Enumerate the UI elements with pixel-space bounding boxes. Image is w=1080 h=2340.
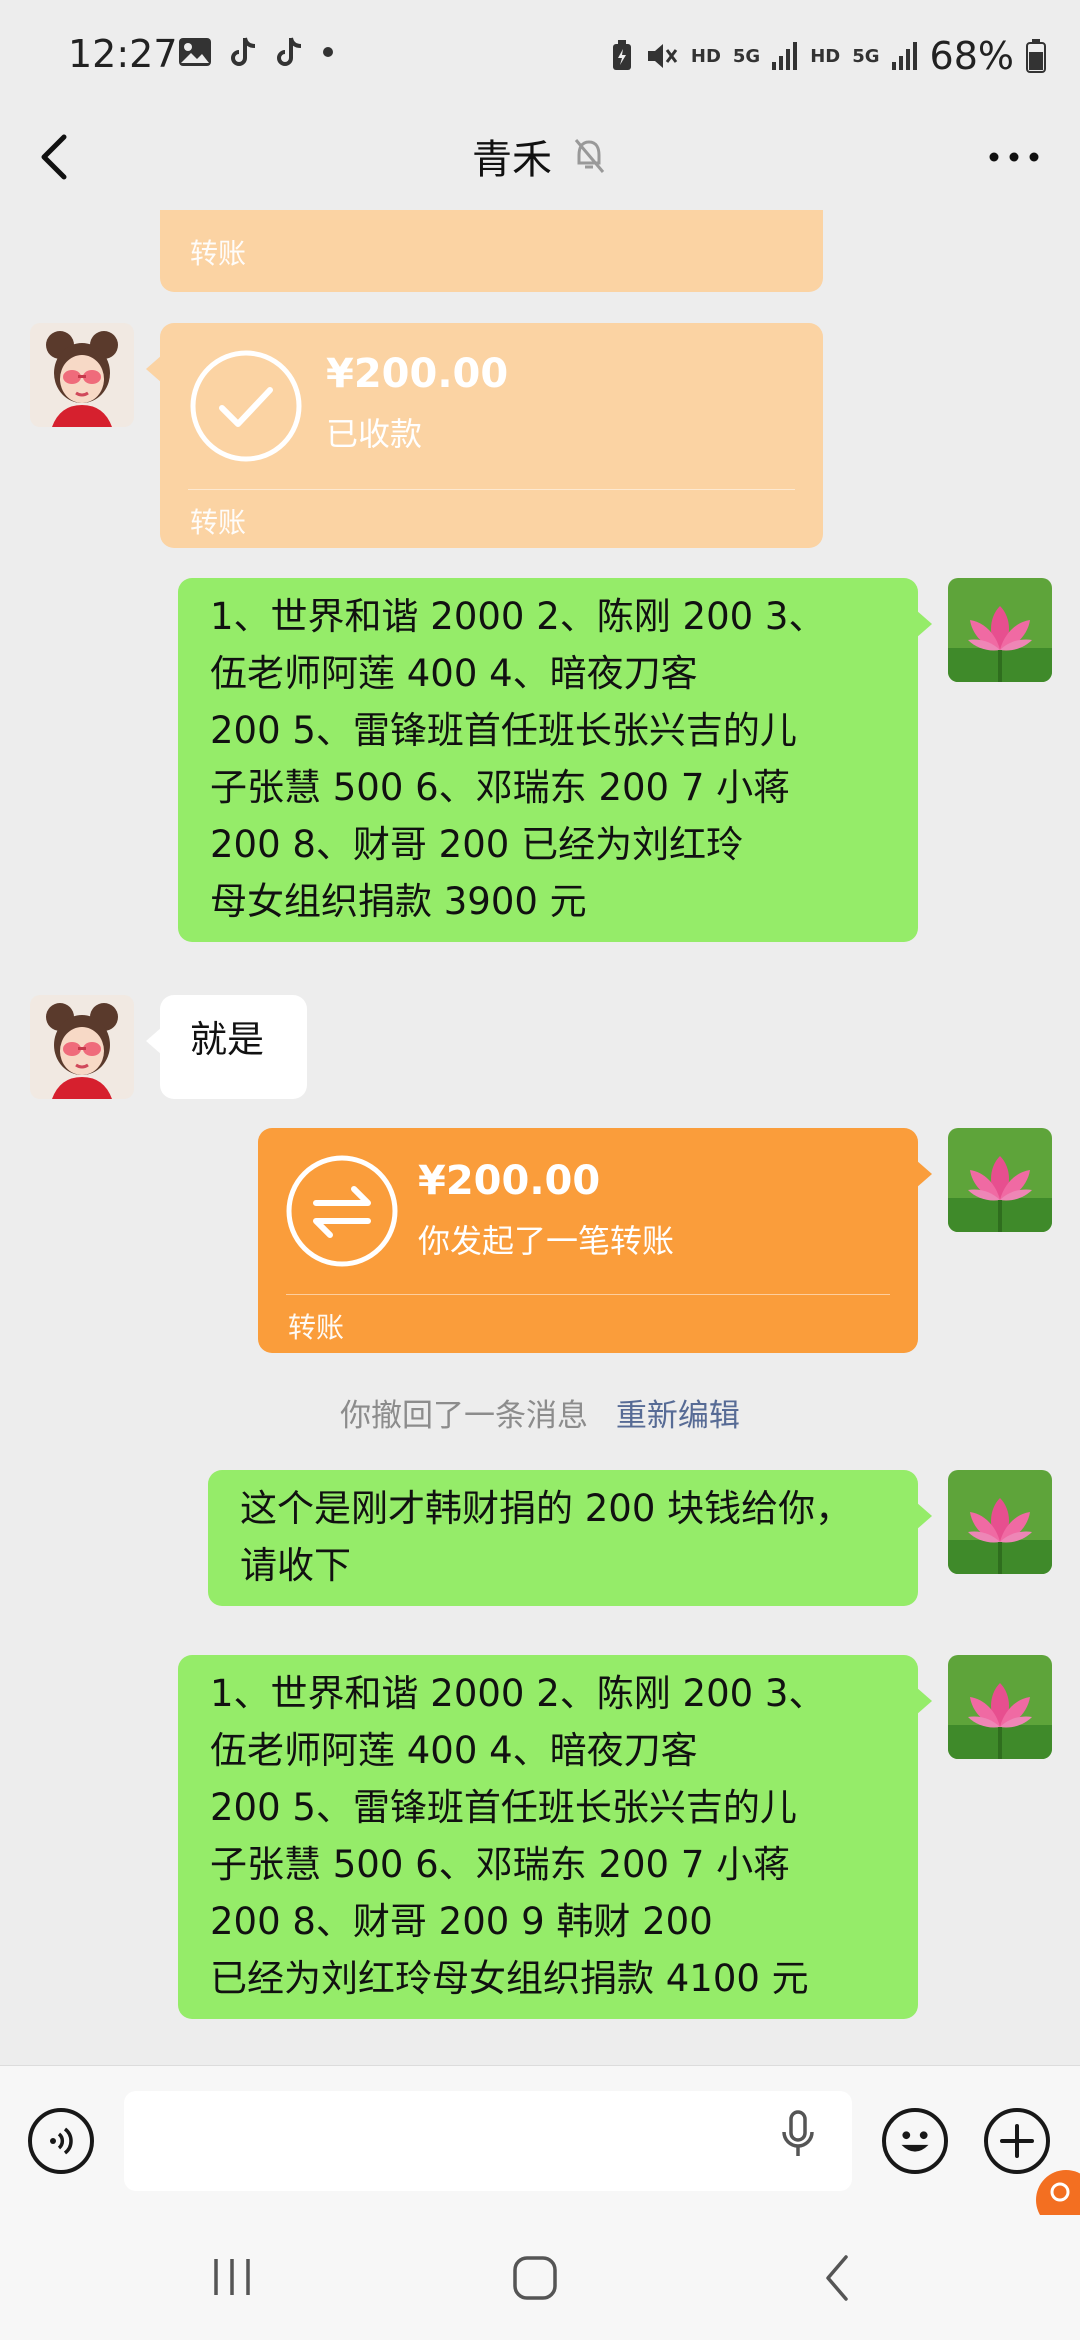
- transfer-sent-card[interactable]: ¥200.00 你发起了一笔转账 转账: [258, 1128, 932, 1353]
- emoji-icon: [901, 2131, 929, 2152]
- signal-icon: [891, 42, 917, 70]
- transfer-label: 转账: [288, 1311, 345, 1344]
- battery-icon: [1026, 39, 1046, 73]
- mic-button[interactable]: [780, 2110, 816, 2164]
- network-5g-label: 5G: [732, 45, 761, 67]
- divider: [286, 1294, 890, 1295]
- message-line: 请收下: [240, 1544, 351, 1587]
- battery-percent: 68%: [929, 34, 1014, 78]
- contact-avatar[interactable]: [30, 323, 134, 427]
- transfer-arrows-icon: [286, 1155, 398, 1267]
- self-message-bubble[interactable]: 1、世界和谐 2000 2、陈刚 200 3、 伍老师阿莲 400 4、暗夜刀客…: [178, 578, 932, 942]
- message-text: 就是: [190, 1018, 264, 1061]
- recent-apps-button[interactable]: [210, 2257, 254, 2301]
- self-message-bubble[interactable]: 这个是刚才韩财捐的 200 块钱给你， 请收下: [208, 1470, 932, 1606]
- recall-notice: 你撤回了一条消息 重新编辑: [0, 1390, 1080, 1435]
- message-text: 1、世界和谐 2000 2、陈刚 200 3、 伍老师阿莲 400 4、暗夜刀客…: [210, 588, 894, 930]
- tiktok-icon: [231, 37, 256, 66]
- status-bar: 12:27 HD 5G HD 5G 68%: [0, 0, 1080, 115]
- signal-icon: [772, 42, 798, 70]
- message-text: 这个是刚才韩财捐的 200 块钱给你， 请收下: [240, 1480, 894, 1594]
- notification-icons: [178, 36, 334, 68]
- transfer-amount: ¥200.00: [326, 351, 509, 397]
- status-right: HD 5G HD 5G 68%: [611, 34, 1046, 78]
- nav-back-button[interactable]: [822, 2253, 852, 2307]
- title-wrapper: 青禾: [0, 127, 1080, 185]
- floating-widget-icon[interactable]: [1036, 2170, 1080, 2216]
- mute-volume-icon: [647, 44, 678, 68]
- message-line: 已经为刘红玲母女组织捐款 4100 元: [210, 1957, 809, 2000]
- message-line: 母女组织捐款 3900 元: [210, 880, 587, 923]
- message-line: 子张慧 500 6、邓瑞东 200 7 小蒋: [210, 1843, 791, 1886]
- recall-text: 你撤回了一条消息: [340, 1398, 589, 1434]
- lotus-avatar-icon: [948, 1470, 1052, 1574]
- microphone-icon: [782, 2110, 814, 2156]
- recent-apps-icon: [214, 2259, 250, 2295]
- transfer-label: 转账: [190, 237, 247, 270]
- chat-title: 青禾: [472, 137, 552, 183]
- lotus-avatar-icon: [948, 578, 1052, 682]
- self-avatar[interactable]: [948, 1655, 1052, 1759]
- plus-icon: [1000, 2124, 1034, 2158]
- voice-button[interactable]: [28, 2108, 94, 2174]
- check-circle-icon: [190, 350, 302, 462]
- message-line: 200 5、雷锋班首任班长张兴吉的儿: [210, 709, 797, 752]
- lotus-avatar-icon: [948, 1128, 1052, 1232]
- message-line: 200 8、财哥 200 9 韩财 200: [210, 1900, 713, 1943]
- more-functions-button[interactable]: [984, 2108, 1050, 2174]
- transfer-label: 转账: [190, 506, 247, 539]
- message-line: 伍老师阿莲 400 4、暗夜刀客: [210, 1729, 698, 1772]
- gallery-icon: [179, 38, 211, 66]
- lotus-avatar-icon: [948, 1655, 1052, 1759]
- home-icon: [513, 2256, 557, 2300]
- self-message-bubble[interactable]: 1、世界和谐 2000 2、陈刚 200 3、 伍老师阿莲 400 4、暗夜刀客…: [178, 1655, 932, 2019]
- bell-off-icon: [574, 139, 605, 173]
- chat-messages[interactable]: 转账 ¥200.00 已收款 转账 1、世界和谐 2000 2、陈刚 200 3…: [0, 210, 1080, 2065]
- message-line: 200 8、财哥 200 已经为刘红玲: [210, 823, 744, 866]
- home-button[interactable]: [512, 2255, 558, 2305]
- back-arrow-icon: [826, 2255, 848, 2301]
- message-line: 子张慧 500 6、邓瑞东 200 7 小蒋: [210, 766, 791, 809]
- hd-label: HD: [810, 45, 841, 67]
- tiktok-icon: [277, 37, 302, 66]
- system-nav-bar: [0, 2215, 1080, 2340]
- contact-avatar[interactable]: [30, 995, 134, 1099]
- self-avatar[interactable]: [948, 1470, 1052, 1574]
- message-input[interactable]: [124, 2091, 852, 2191]
- self-avatar[interactable]: [948, 578, 1052, 682]
- re-edit-link[interactable]: 重新编辑: [616, 1398, 740, 1434]
- voice-icon: [50, 2127, 73, 2155]
- hd-label: HD: [690, 45, 721, 67]
- message-line: 这个是刚才韩财捐的 200 块钱给你，: [240, 1487, 853, 1530]
- input-bar: [0, 2065, 1080, 2216]
- message-line: 1、世界和谐 2000 2、陈刚 200 3、: [210, 595, 826, 638]
- transfer-received-card[interactable]: ¥200.00 已收款 转账: [146, 323, 823, 548]
- contact-message-bubble[interactable]: 就是: [146, 995, 307, 1099]
- network-5g-label: 5G: [852, 45, 880, 67]
- message-text: 1、世界和谐 2000 2、陈刚 200 3、 伍老师阿莲 400 4、暗夜刀客…: [210, 1665, 894, 2007]
- chat-header: 青禾: [0, 115, 1080, 210]
- dot-icon: [323, 47, 333, 57]
- transfer-card-partial[interactable]: 转账: [160, 210, 823, 292]
- battery-saver-icon: [612, 40, 631, 70]
- message-line: 1、世界和谐 2000 2、陈刚 200 3、: [210, 1672, 826, 1715]
- transfer-status: 你发起了一笔转账: [418, 1222, 675, 1260]
- message-line: 200 5、雷锋班首任班长张兴吉的儿: [210, 1786, 797, 1829]
- divider: [188, 489, 795, 490]
- self-avatar[interactable]: [948, 1128, 1052, 1232]
- girl-avatar-icon: [30, 323, 134, 427]
- transfer-amount: ¥200.00: [418, 1158, 601, 1204]
- transfer-status: 已收款: [326, 415, 423, 453]
- emoji-button[interactable]: [882, 2108, 948, 2174]
- more-options-button[interactable]: [984, 137, 1044, 187]
- ellipsis-icon: [989, 152, 1039, 162]
- status-time: 12:27: [68, 32, 178, 76]
- message-line: 伍老师阿莲 400 4、暗夜刀客: [210, 652, 698, 695]
- girl-avatar-icon: [30, 995, 134, 1099]
